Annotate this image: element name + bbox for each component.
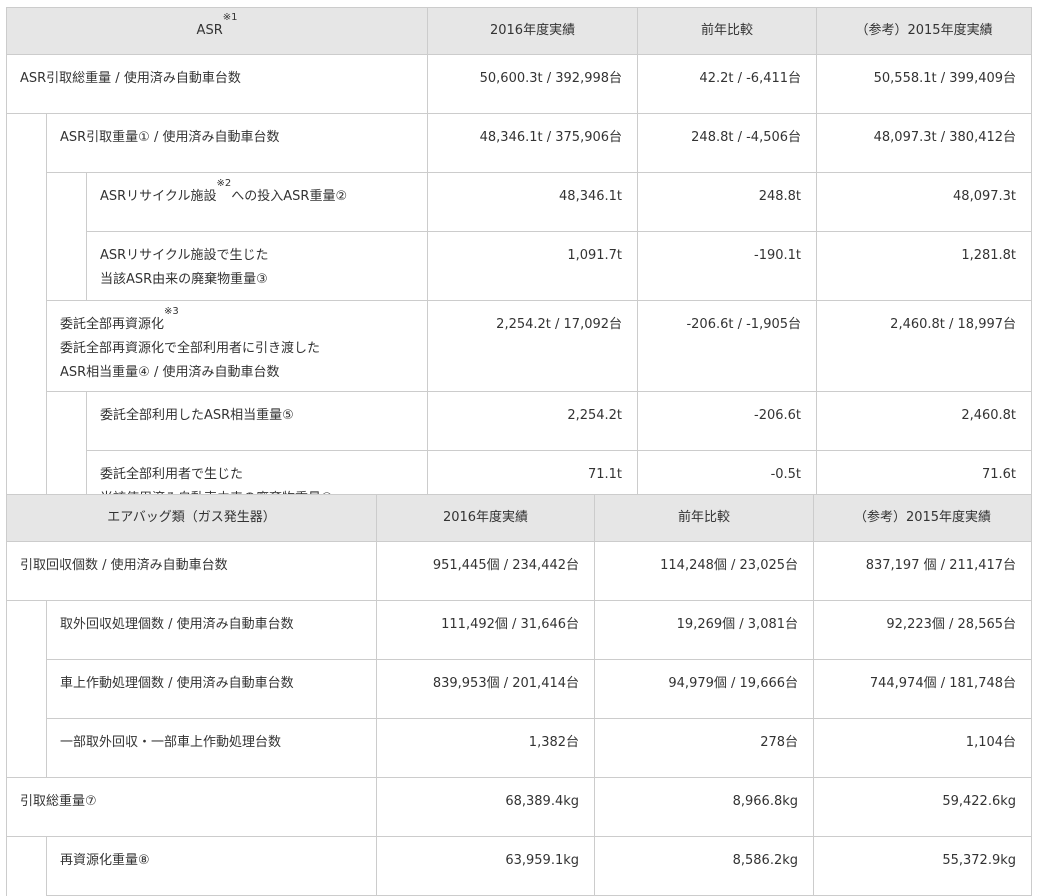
- airbag-header-2015: （参考）2015年度実績: [813, 494, 1033, 542]
- footnote-mark: ※1: [222, 12, 238, 23]
- row-label: 委託全部利用したASR相当重量⑤: [85, 391, 429, 451]
- airbag-header-label: エアバッグ類（ガス発生器）: [5, 494, 378, 542]
- airbag-header-row: エアバッグ類（ガス発生器） 2016年度実績 前年比較 （参考）2015年度実績: [5, 494, 1033, 542]
- asr-header-compare: 前年比較: [637, 7, 818, 55]
- cell-compare: 248.8t: [637, 172, 818, 232]
- cell-compare: 19,269個 / 3,081台: [594, 600, 815, 660]
- airbag-header-compare: 前年比較: [594, 494, 815, 542]
- table-row: 引取総重量⑦ 68,389.4kg 8,966.8kg 59,422.6kg: [5, 777, 1033, 837]
- cell-2015: 55,372.9kg: [813, 836, 1033, 896]
- table-row: 一部取外回収・一部車上作動処理台数 1,382台 278台 1,104台: [7, 718, 1033, 778]
- cell-2015: 48,097.3t: [816, 172, 1033, 232]
- cell-2015: 837,197 個 / 211,417台: [813, 541, 1033, 601]
- cell-compare: 278台: [594, 718, 815, 778]
- cell-compare: 8,586.2kg: [594, 836, 815, 896]
- cell-2015: 2,460.8t / 18,997台: [816, 300, 1033, 392]
- row-label: 一部取外回収・一部車上作動処理台数: [45, 718, 378, 778]
- cell-compare: 42.2t / -6,411台: [637, 54, 818, 114]
- cell-2016: 1,382台: [376, 718, 596, 778]
- cell-compare: 94,979個 / 19,666台: [594, 659, 815, 719]
- table-row: ASRリサイクル施設で生じた 当該ASR由来の廃棄物重量③ 1,091.7t -1…: [7, 231, 1033, 301]
- row-label: ASRリサイクル施設※2への投入ASR重量②: [85, 172, 429, 232]
- cell-compare: -206.6t / -1,905台: [637, 300, 818, 392]
- cell-2015: 1,281.8t: [816, 231, 1033, 301]
- cell-compare: -190.1t: [637, 231, 818, 301]
- cell-2015: 2,460.8t: [816, 391, 1033, 451]
- cell-2016: 2,254.2t / 17,092台: [427, 300, 639, 392]
- asr-header-2015: （参考）2015年度実績: [816, 7, 1033, 55]
- cell-2016: 68,389.4kg: [376, 777, 596, 837]
- asr-header-label: ASR※1: [5, 7, 429, 55]
- indent-spacer: [6, 113, 47, 520]
- row-label: ASRリサイクル施設で生じた 当該ASR由来の廃棄物重量③: [85, 231, 429, 301]
- table-row: 車上作動処理個数 / 使用済み自動車台数 839,953個 / 201,414台…: [7, 659, 1033, 719]
- airbag-table: エアバッグ類（ガス発生器） 2016年度実績 前年比較 （参考）2015年度実績…: [5, 494, 1033, 896]
- cell-2016: 1,091.7t: [427, 231, 639, 301]
- row-label: 再資源化重量⑧: [45, 836, 378, 896]
- row-label: 車上作動処理個数 / 使用済み自動車台数: [45, 659, 378, 719]
- cell-2015: 1,104台: [813, 718, 1033, 778]
- row-label: ASR引取総重量 / 使用済み自動車台数: [5, 54, 429, 114]
- cell-compare: -206.6t: [637, 391, 818, 451]
- table-row: ASRリサイクル施設※2への投入ASR重量② 48,346.1t 248.8t …: [7, 172, 1033, 301]
- airbag-header-2016: 2016年度実績: [376, 494, 596, 542]
- table-row: 委託全部利用したASR相当重量⑤ 2,254.2t -206.6t 2,460.…: [7, 391, 1033, 520]
- footnote-mark: ※2: [216, 178, 232, 189]
- indent-spacer: [6, 600, 47, 778]
- row-label: 取外回収処理個数 / 使用済み自動車台数: [45, 600, 378, 660]
- cell-2016: 951,445個 / 234,442台: [376, 541, 596, 601]
- row-label: 引取回収個数 / 使用済み自動車台数: [5, 541, 378, 601]
- asr-header-row: ASR※1 2016年度実績 前年比較 （参考）2015年度実績: [5, 7, 1033, 55]
- cell-2015: 59,422.6kg: [813, 777, 1033, 837]
- cell-2015: 50,558.1t / 399,409台: [816, 54, 1033, 114]
- cell-2016: 111,492個 / 31,646台: [376, 600, 596, 660]
- cell-compare: 114,248個 / 23,025台: [594, 541, 815, 601]
- cell-compare: 8,966.8kg: [594, 777, 815, 837]
- row-label: ASR引取重量① / 使用済み自動車台数: [45, 113, 429, 173]
- cell-2015: 48,097.3t / 380,412台: [816, 113, 1033, 173]
- indent-spacer: [6, 836, 47, 896]
- table-row: ASR引取重量① / 使用済み自動車台数 48,346.1t / 375,906…: [6, 113, 1033, 520]
- row-label: 委託全部再資源化※3 委託全部再資源化で全部利用者に引き渡した ASR相当重量④ /…: [45, 300, 429, 392]
- cell-2016: 48,346.1t / 375,906台: [427, 113, 639, 173]
- cell-2015: 92,223個 / 28,565台: [813, 600, 1033, 660]
- table-row: 引取回収個数 / 使用済み自動車台数 951,445個 / 234,442台 1…: [5, 541, 1033, 601]
- cell-2016: 50,600.3t / 392,998台: [427, 54, 639, 114]
- table-row: 再資源化重量⑧ 63,959.1kg 8,586.2kg 55,372.9kg: [6, 836, 1033, 896]
- cell-2015: 744,974個 / 181,748台: [813, 659, 1033, 719]
- cell-2016: 839,953個 / 201,414台: [376, 659, 596, 719]
- table-row: 委託全部再資源化※3 委託全部再資源化で全部利用者に引き渡した ASR相当重量④ /…: [7, 300, 1033, 392]
- cell-compare: 248.8t / -4,506台: [637, 113, 818, 173]
- row-label: 引取総重量⑦: [5, 777, 378, 837]
- table-row: 取外回収処理個数 / 使用済み自動車台数 111,492個 / 31,646台 …: [6, 600, 1033, 778]
- cell-2016: 63,959.1kg: [376, 836, 596, 896]
- asr-header-2016: 2016年度実績: [427, 7, 639, 55]
- table-row: ASR引取総重量 / 使用済み自動車台数 50,600.3t / 392,998…: [5, 54, 1033, 114]
- indent-spacer: [46, 172, 87, 301]
- cell-2016: 2,254.2t: [427, 391, 639, 451]
- asr-table: ASR※1 2016年度実績 前年比較 （参考）2015年度実績 ASR引取総重…: [5, 7, 1033, 520]
- footnote-mark: ※3: [164, 306, 179, 317]
- cell-2016: 48,346.1t: [427, 172, 639, 232]
